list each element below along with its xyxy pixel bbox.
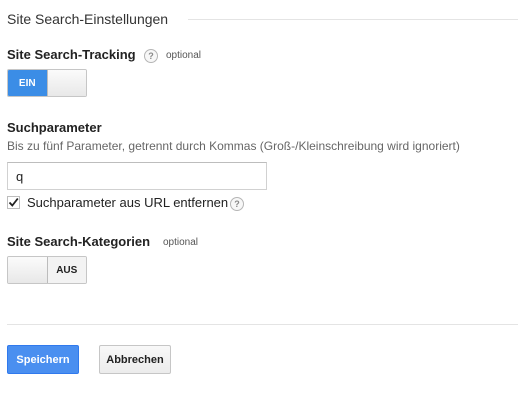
categories-optional-tag: optional	[163, 237, 199, 248]
cancel-button[interactable]: Abbrechen	[99, 345, 171, 374]
section-title: Site Search-Einstellungen	[7, 11, 169, 27]
section-divider	[188, 19, 518, 20]
categories-toggle[interactable]: AUS	[7, 256, 87, 284]
tracking-toggle[interactable]: EIN	[7, 69, 87, 97]
strip-param-label[interactable]: Suchparameter aus URL entfernen	[27, 195, 228, 210]
toggle-knob	[46, 70, 86, 96]
tracking-label: Site Search-Tracking	[7, 47, 136, 62]
footer-divider	[7, 324, 518, 325]
question-mark-icon[interactable]: ?	[144, 49, 158, 63]
question-mark-icon[interactable]: ?	[230, 197, 244, 211]
query-param-description: Bis zu fünf Parameter, getrennt durch Ko…	[7, 139, 460, 153]
toggle-knob	[8, 257, 48, 283]
query-param-input[interactable]	[7, 162, 267, 190]
checkmark-icon	[8, 197, 19, 207]
categories-label: Site Search-Kategorien	[7, 234, 151, 249]
query-param-label: Suchparameter	[7, 120, 102, 135]
categories-toggle-off-label: AUS	[47, 257, 86, 283]
tracking-optional-tag: optional	[166, 50, 202, 61]
site-search-settings-panel: Site Search-Einstellungen Site Search-Tr…	[0, 0, 524, 406]
save-button[interactable]: Speichern	[7, 345, 79, 374]
tracking-toggle-on-label: EIN	[8, 70, 47, 96]
strip-param-checkbox[interactable]	[7, 196, 20, 209]
